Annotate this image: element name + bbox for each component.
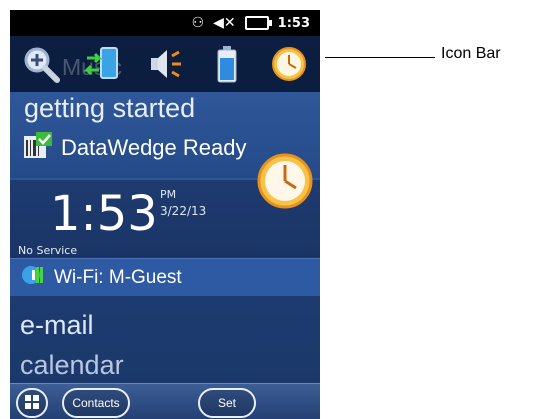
clock-time: 1:53 [50,186,158,242]
alarm-clock-icon[interactable] [256,152,314,215]
status-bar: ⚇ ◀✕ 1:53 [10,10,320,36]
getting-started-heading[interactable]: getting started [24,93,195,124]
wifi-tile[interactable]: Wi-Fi: M-Guest [10,258,320,296]
datawedge-icon [24,132,52,163]
windows-icon [24,394,40,413]
start-button[interactable] [16,388,48,418]
magnifier-icon[interactable] [19,42,63,86]
service-status: No Service [18,244,78,257]
menu-item-calendar[interactable]: calendar [20,350,124,381]
battery-icon [244,16,272,30]
icon-bar: Music [10,36,320,93]
speaker-muted-icon: ◀✕ [213,15,236,31]
sync-icon: ⚇ [191,15,205,31]
clock-date: 3/22/13 [160,204,207,218]
battery-level-icon[interactable] [205,42,249,86]
wifi-label: Wi-Fi: M-Guest [54,266,182,288]
clock-icon[interactable] [267,42,311,86]
datawedge-status[interactable]: DataWedge Ready [24,132,247,163]
callout-line [325,57,435,58]
menu-item-email[interactable]: e-mail [20,310,94,341]
device-screen: ⚇ ◀✕ 1:53 Music getting started DataWedg… [10,10,320,419]
clock-ampm: PM [160,188,177,201]
datawedge-label: DataWedge Ready [61,134,247,160]
volume-icon[interactable] [143,42,187,86]
wifi-icon [22,264,46,291]
callout-label: Icon Bar [441,45,501,62]
phone-sync-icon[interactable] [81,42,125,86]
set-button[interactable]: Set [198,388,256,418]
status-time: 1:53 [277,15,310,31]
app-bar: Contacts Set [10,383,320,419]
contacts-button[interactable]: Contacts [62,388,130,418]
